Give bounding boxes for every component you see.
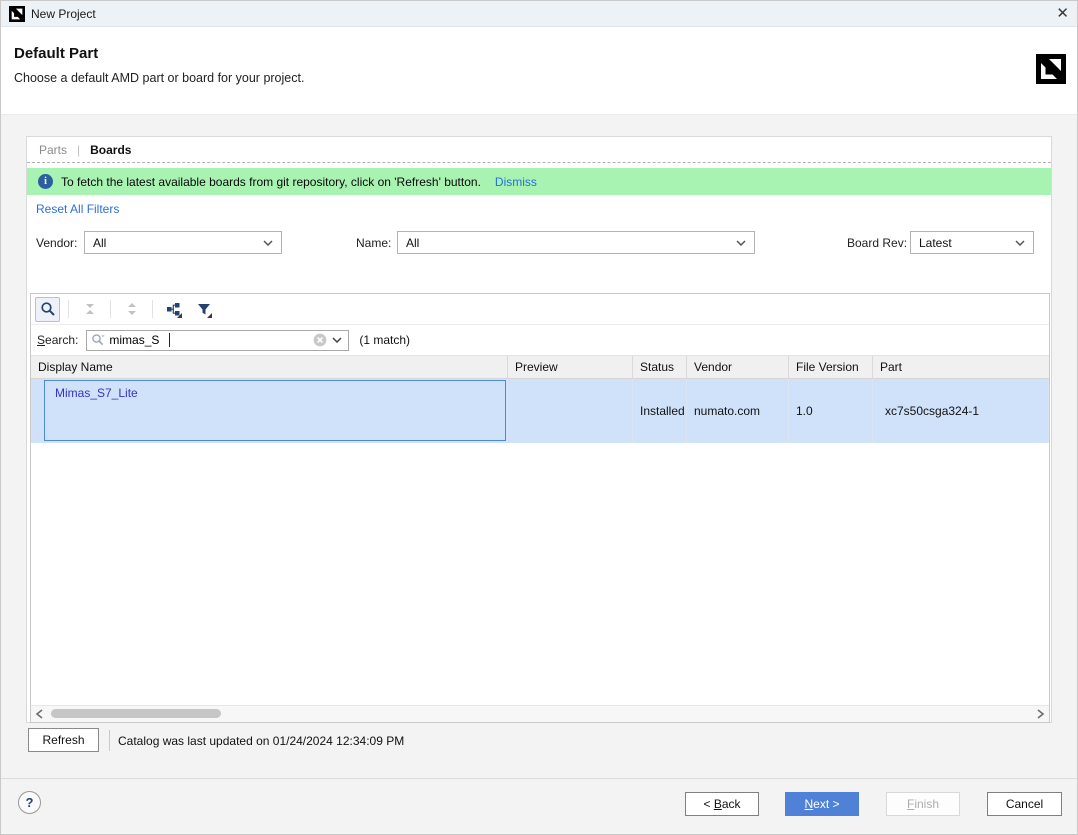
reset-all-filters-link[interactable]: Reset All Filters — [36, 202, 119, 216]
dismiss-link[interactable]: Dismiss — [495, 175, 537, 189]
cell-preview — [508, 379, 633, 443]
scroll-left-icon[interactable] — [36, 709, 43, 719]
banner-text: To fetch the latest available boards fro… — [61, 175, 481, 189]
chevron-down-icon — [736, 240, 746, 246]
column-header-preview[interactable]: Preview — [508, 356, 633, 378]
boards-table-panel: Search: (1 match) Display Name Preview S… — [30, 293, 1050, 723]
refresh-button[interactable]: Refresh — [28, 728, 99, 752]
expand-all-icon — [124, 301, 140, 317]
close-icon[interactable]: ✕ — [1056, 4, 1069, 24]
column-header-vendor[interactable]: Vendor — [687, 356, 789, 378]
wizard-header: Default Part Choose a default AMD part o… — [1, 27, 1078, 115]
vendor-select-value: All — [85, 236, 263, 250]
toolbar-separator — [110, 300, 111, 318]
toolbar-separator — [152, 300, 153, 318]
expand-all-button[interactable] — [119, 297, 144, 322]
page-subtitle: Choose a default AMD part or board for y… — [14, 71, 304, 85]
title-bar: New Project ✕ — [1, 1, 1078, 27]
collapse-all-button[interactable] — [77, 297, 102, 322]
search-tool-button[interactable] — [35, 297, 60, 322]
search-icon — [40, 301, 56, 317]
vendor-label: Vendor: — [36, 236, 77, 250]
name-label: Name: — [356, 236, 391, 250]
filter-funnel-icon — [195, 301, 212, 318]
window-title: New Project — [31, 7, 96, 21]
scrollbar-thumb[interactable] — [51, 709, 221, 718]
cell-file-version: 1.0 — [789, 379, 873, 443]
help-button[interactable]: ? — [18, 791, 41, 814]
vendor-select[interactable]: All — [84, 231, 282, 254]
page-title: Default Part — [14, 45, 98, 62]
catalog-status-text: Catalog was last updated on 01/24/2024 1… — [118, 734, 404, 748]
search-box[interactable] — [86, 330, 349, 351]
cancel-button[interactable]: Cancel — [987, 792, 1062, 816]
chevron-down-icon — [263, 240, 273, 246]
tab-parts[interactable]: Parts — [39, 143, 67, 157]
group-by-button[interactable] — [161, 297, 186, 322]
vertical-divider — [109, 730, 110, 751]
search-history-chevron-icon[interactable] — [332, 337, 342, 343]
info-icon: i — [38, 174, 53, 189]
focus-cell-outline: Mimas_S7_Lite — [44, 380, 506, 441]
scroll-right-icon[interactable] — [1037, 709, 1044, 719]
table-header: Display Name Preview Status Vendor File … — [31, 356, 1049, 379]
table-row[interactable]: Mimas_S7_Lite Installed numato.com 1.0 x… — [31, 379, 1049, 443]
column-header-display-name[interactable]: Display Name — [31, 356, 508, 378]
filter-button[interactable] — [191, 297, 216, 322]
column-header-part[interactable]: Part — [873, 356, 1049, 378]
match-count: (1 match) — [359, 333, 410, 347]
info-banner: i To fetch the latest available boards f… — [27, 168, 1051, 195]
chevron-down-icon — [1015, 240, 1025, 246]
cell-part: xc7s50csga324-1 — [873, 379, 1049, 443]
footer-divider — [1, 778, 1078, 779]
finish-button[interactable]: Finish — [886, 792, 960, 816]
name-select-value: All — [398, 236, 736, 250]
search-input[interactable] — [109, 333, 169, 347]
next-button[interactable]: Next > — [785, 792, 859, 816]
collapse-all-icon — [82, 301, 98, 317]
column-header-file-version[interactable]: File Version — [789, 356, 873, 378]
cell-display-name[interactable]: Mimas_S7_Lite — [31, 379, 508, 443]
table-toolbar — [31, 294, 1049, 325]
group-tree-icon — [165, 301, 182, 318]
back-button[interactable]: < Back — [685, 792, 759, 816]
search-icon — [91, 333, 105, 347]
text-caret — [169, 333, 170, 347]
cell-vendor: numato.com — [687, 379, 789, 443]
board-rev-label: Board Rev: — [847, 236, 907, 250]
clear-search-icon[interactable] — [313, 333, 327, 347]
amd-logo-icon — [9, 6, 25, 22]
parts-boards-tabs: Parts | Boards — [27, 137, 1051, 163]
cell-status: Installed — [633, 379, 687, 443]
name-select[interactable]: All — [397, 231, 755, 254]
search-row: Search: (1 match) — [31, 325, 1049, 356]
amd-logo — [1036, 54, 1066, 84]
search-label: Search: — [37, 333, 78, 347]
column-header-status[interactable]: Status — [633, 356, 687, 378]
tab-boards[interactable]: Boards — [90, 143, 131, 157]
horizontal-scrollbar[interactable] — [31, 705, 1049, 722]
board-rev-select[interactable]: Latest — [910, 231, 1034, 254]
board-rev-select-value: Latest — [911, 236, 1015, 250]
new-project-dialog: New Project ✕ Default Part Choose a defa… — [0, 0, 1078, 835]
toolbar-separator — [68, 300, 69, 318]
board-selection-panel: Parts | Boards i To fetch the latest ava… — [26, 136, 1052, 723]
board-name: Mimas_S7_Lite — [55, 386, 138, 400]
tab-separator: | — [77, 143, 80, 157]
